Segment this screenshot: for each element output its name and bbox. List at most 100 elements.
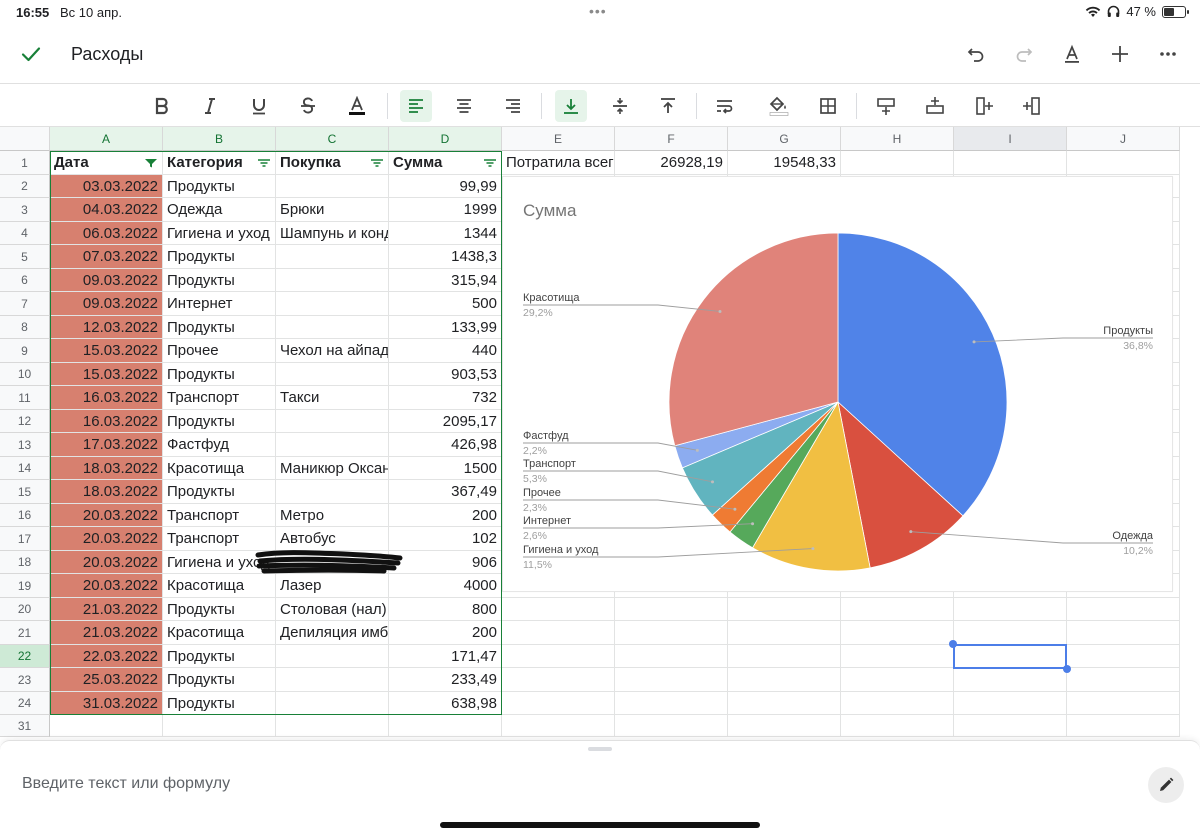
header-sum[interactable]: Сумма — [389, 151, 502, 175]
cell-category[interactable]: Продукты — [163, 410, 276, 433]
undo-button[interactable] — [960, 38, 992, 70]
row-header[interactable]: 8 — [0, 316, 50, 339]
insert-row-above-button[interactable] — [870, 90, 902, 122]
cell-date[interactable]: 16.03.2022 — [50, 386, 163, 410]
row-header[interactable]: 7 — [0, 292, 50, 316]
cell-date[interactable]: 21.03.2022 — [50, 621, 163, 645]
empty-cell[interactable] — [502, 645, 615, 668]
cell-date[interactable]: 21.03.2022 — [50, 598, 163, 621]
select-all-corner[interactable] — [0, 127, 50, 151]
align-center-button[interactable] — [448, 90, 480, 122]
cell-purchase[interactable]: Лазер — [276, 574, 389, 598]
cell-category[interactable]: Гигиена и уход — [163, 222, 276, 245]
cell-date[interactable]: 20.03.2022 — [50, 574, 163, 598]
cell-date[interactable]: 20.03.2022 — [50, 551, 163, 574]
redo-button[interactable] — [1008, 38, 1040, 70]
empty-cell[interactable] — [728, 621, 841, 645]
empty-cell[interactable] — [502, 692, 615, 715]
cell-date[interactable]: 18.03.2022 — [50, 457, 163, 480]
cell-purchase[interactable]: Брюки — [276, 198, 389, 222]
cell-category[interactable]: Транспорт — [163, 386, 276, 410]
cell-purchase[interactable] — [276, 292, 389, 316]
valign-middle-button[interactable] — [604, 90, 636, 122]
cell-date[interactable]: 04.03.2022 — [50, 198, 163, 222]
empty-cell[interactable] — [615, 692, 728, 715]
empty-cell[interactable] — [954, 621, 1067, 645]
cell-category[interactable]: Красотища — [163, 457, 276, 480]
cell-sum[interactable]: 4000 — [389, 574, 502, 598]
text-format-button[interactable] — [1056, 38, 1088, 70]
insert-row-below-button[interactable] — [919, 90, 951, 122]
insert-col-left-button[interactable] — [968, 90, 1000, 122]
cell-sum[interactable]: 426,98 — [389, 433, 502, 457]
empty-cell[interactable] — [615, 715, 728, 737]
empty-cell[interactable] — [1067, 151, 1180, 175]
empty-cell[interactable] — [841, 692, 954, 715]
row-header[interactable]: 23 — [0, 668, 50, 692]
cell-sum[interactable]: 233,49 — [389, 668, 502, 692]
cell-purchase[interactable]: Такси — [276, 386, 389, 410]
empty-cell[interactable] — [1067, 645, 1180, 668]
empty-cell[interactable] — [502, 598, 615, 621]
empty-cell[interactable] — [841, 598, 954, 621]
fill-color-button[interactable] — [763, 90, 795, 122]
empty-cell[interactable] — [1067, 692, 1180, 715]
cell-date[interactable]: 20.03.2022 — [50, 504, 163, 527]
selection-handle-end[interactable] — [1063, 665, 1071, 673]
row-header[interactable]: 3 — [0, 198, 50, 222]
row-header[interactable]: 31 — [0, 715, 50, 737]
empty-cell[interactable] — [954, 715, 1067, 737]
insert-col-right-button[interactable] — [1016, 90, 1048, 122]
document-title[interactable]: Расходы — [71, 44, 143, 65]
cell-category[interactable]: Красотища — [163, 621, 276, 645]
empty-cell[interactable] — [841, 151, 954, 175]
cell-purchase[interactable] — [276, 175, 389, 198]
cell-sum[interactable]: 102 — [389, 527, 502, 551]
cell-purchase[interactable] — [276, 433, 389, 457]
empty-cell[interactable] — [163, 715, 276, 737]
cell-purchase[interactable] — [276, 668, 389, 692]
row-header[interactable]: 9 — [0, 339, 50, 363]
panel-grabber[interactable] — [588, 747, 612, 751]
column-header-a[interactable]: A — [50, 127, 163, 151]
cell-date[interactable]: 15.03.2022 — [50, 339, 163, 363]
cell-sum[interactable]: 1500 — [389, 457, 502, 480]
column-header-h[interactable]: H — [841, 127, 954, 151]
cell-category[interactable]: Продукты — [163, 480, 276, 504]
empty-cell[interactable] — [728, 668, 841, 692]
empty-cell[interactable] — [615, 621, 728, 645]
cell-category[interactable]: Фастфуд — [163, 433, 276, 457]
empty-cell[interactable] — [841, 645, 954, 668]
strikethrough-button[interactable] — [292, 90, 324, 122]
edit-button[interactable] — [1148, 767, 1184, 803]
insert-button[interactable] — [1104, 38, 1136, 70]
empty-cell[interactable] — [841, 715, 954, 737]
italic-button[interactable] — [194, 90, 226, 122]
cell-date[interactable]: 22.03.2022 — [50, 645, 163, 668]
cell-sum[interactable]: 133,99 — [389, 316, 502, 339]
cell-sum[interactable]: 903,53 — [389, 363, 502, 386]
header-category[interactable]: Категория — [163, 151, 276, 175]
empty-cell[interactable] — [276, 715, 389, 737]
cell-purchase[interactable]: Автобус — [276, 527, 389, 551]
cell-category[interactable]: Красотища — [163, 574, 276, 598]
column-header-i[interactable]: I — [954, 127, 1067, 151]
cell-secondary-total[interactable]: 19548,33 — [728, 151, 841, 175]
column-header-b[interactable]: B — [163, 127, 276, 151]
row-header[interactable]: 14 — [0, 457, 50, 480]
cell-date[interactable]: 12.03.2022 — [50, 316, 163, 339]
cell-date[interactable]: 09.03.2022 — [50, 292, 163, 316]
filter-icon[interactable] — [144, 158, 158, 168]
cell-category[interactable]: Продукты — [163, 645, 276, 668]
column-header-g[interactable]: G — [728, 127, 841, 151]
cell-purchase[interactable]: Метро — [276, 504, 389, 527]
filter-icon[interactable] — [370, 158, 384, 168]
cell-category[interactable]: Продукты — [163, 316, 276, 339]
cell-sum[interactable]: 367,49 — [389, 480, 502, 504]
cell-sum[interactable]: 638,98 — [389, 692, 502, 715]
formula-input[interactable]: Введите текст или формулу — [22, 775, 230, 793]
empty-cell[interactable] — [615, 598, 728, 621]
row-header[interactable]: 20 — [0, 598, 50, 621]
cell-date[interactable]: 09.03.2022 — [50, 269, 163, 292]
cell-date[interactable]: 20.03.2022 — [50, 527, 163, 551]
